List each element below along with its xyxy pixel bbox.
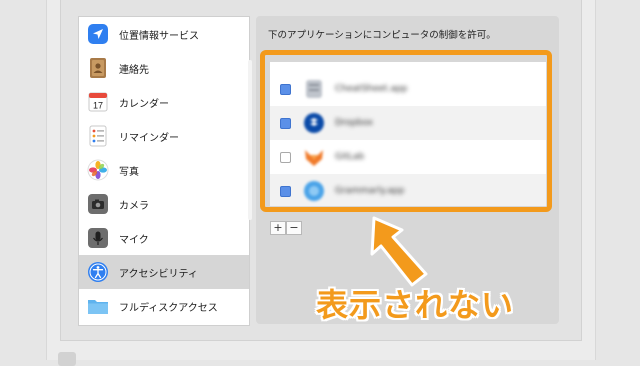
sidebar-item-label: カメラ <box>119 200 149 212</box>
contacts-book-icon <box>87 57 109 79</box>
camera-icon <box>87 193 109 215</box>
sidebar-scrollbar[interactable] <box>248 60 252 220</box>
sidebar-item-accessibility[interactable]: アクセシビリティ <box>79 255 249 289</box>
sidebar-item-label: 写真 <box>119 166 139 178</box>
sidebar-item-contacts[interactable]: 連絡先 <box>79 51 249 85</box>
sidebar-item-reminders[interactable]: リマインダー <box>79 119 249 153</box>
sidebar-item-label: アクセシビリティ <box>119 268 198 280</box>
sidebar-item-label: リマインダー <box>119 132 179 144</box>
photos-icon <box>87 159 109 181</box>
sidebar-item-camera[interactable]: カメラ <box>79 187 249 221</box>
sidebar-item-label: 位置情報サービス <box>119 30 199 42</box>
add-app-button[interactable]: + <box>270 221 286 235</box>
location-arrow-icon <box>87 23 109 45</box>
sidebar-item-full-disk-access[interactable]: フルディスクアクセス <box>79 289 249 323</box>
annotation-text: 表示されない <box>316 286 515 324</box>
sidebar-item-label: カレンダー <box>119 98 169 110</box>
accessibility-icon <box>87 261 109 283</box>
folder-icon <box>87 295 109 317</box>
sidebar-item-calendar[interactable]: 17 カレンダー <box>79 85 249 119</box>
highlight-frame <box>260 50 552 212</box>
window-bottom-bar <box>47 344 593 360</box>
calendar-icon: 17 <box>87 91 109 113</box>
sidebar-item-location-services[interactable]: 位置情報サービス <box>79 17 249 51</box>
sidebar-item-microphone[interactable]: マイク <box>79 221 249 255</box>
svg-text:17: 17 <box>93 101 103 111</box>
sidebar-item-label: フルディスクアクセス <box>119 302 218 314</box>
pane-caption: 下のアプリケーションにコンピュータの制御を許可。 <box>268 30 496 41</box>
lock-icon[interactable] <box>58 352 76 366</box>
reminders-icon <box>87 125 109 147</box>
sidebar-item-photos[interactable]: 写真 <box>79 153 249 187</box>
microphone-icon <box>87 227 109 249</box>
sidebar-item-label: マイク <box>119 234 149 246</box>
privacy-category-list[interactable]: 位置情報サービス 連絡先 17 カレンダー リマインダー 写真 カメラ マイク <box>78 16 250 326</box>
remove-app-button[interactable]: − <box>286 221 302 235</box>
sidebar-item-label: 連絡先 <box>119 64 149 76</box>
